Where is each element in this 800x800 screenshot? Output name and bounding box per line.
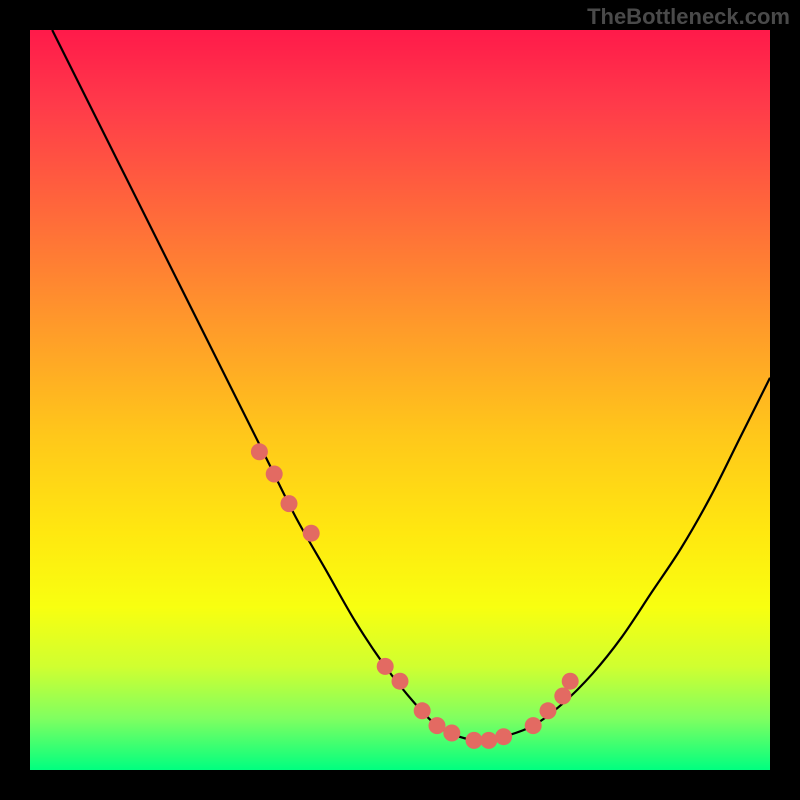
highlight-point [429, 717, 446, 734]
highlight-point [251, 443, 268, 460]
chart-plot-area [30, 30, 770, 770]
watermark-text: TheBottleneck.com [587, 4, 790, 30]
highlight-point [562, 673, 579, 690]
highlight-point [525, 717, 542, 734]
highlight-point [466, 732, 483, 749]
highlight-point [443, 725, 460, 742]
highlight-point [554, 688, 571, 705]
highlight-point [480, 732, 497, 749]
highlight-point [540, 702, 557, 719]
chart-svg [30, 30, 770, 770]
highlight-point [303, 525, 320, 542]
highlight-point [281, 495, 298, 512]
highlight-point [392, 673, 409, 690]
highlight-point [495, 728, 512, 745]
chart-curve [52, 30, 770, 740]
highlight-point [414, 702, 431, 719]
highlight-point [377, 658, 394, 675]
highlight-point [266, 466, 283, 483]
